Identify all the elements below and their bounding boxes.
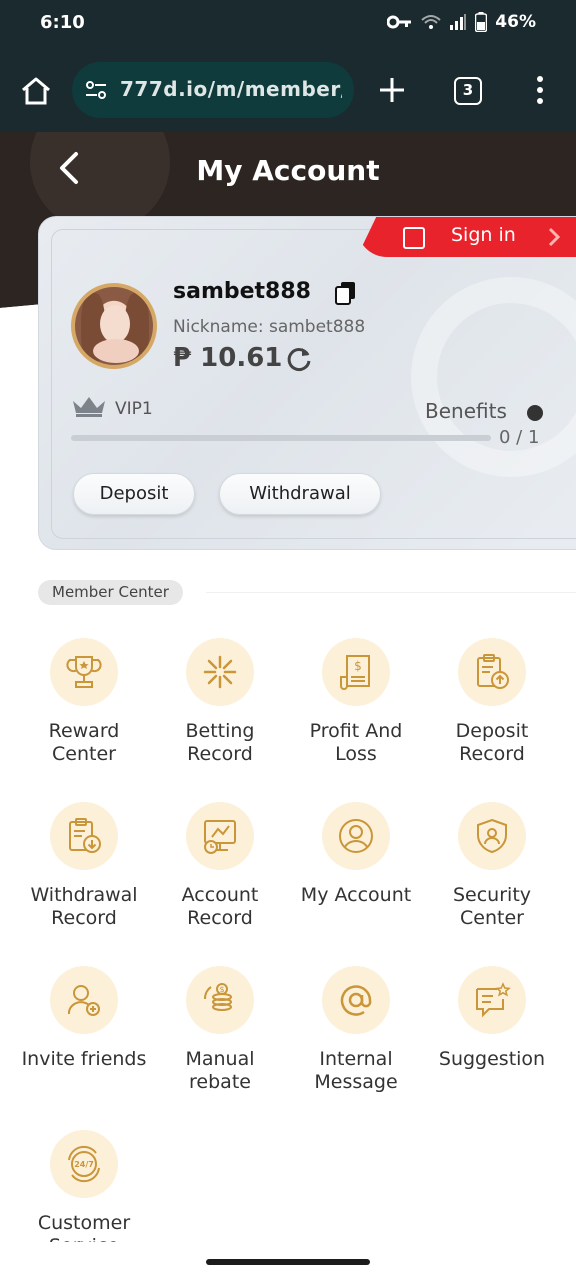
tune-icon[interactable] <box>84 78 108 102</box>
support-24-7-icon: 24/7 <box>68 1145 100 1183</box>
withdrawal-button[interactable]: Withdrawal <box>219 473 381 515</box>
menu-betting-record[interactable]: Betting Record <box>152 636 288 800</box>
menu-label: My Account <box>300 884 412 906</box>
arrow-right-circle-icon[interactable] <box>527 405 543 421</box>
more-vert-icon[interactable] <box>534 74 546 106</box>
url-text[interactable]: 777d.io/m/member/ho <box>120 77 342 101</box>
menu-label: Deposit Record <box>455 720 529 765</box>
monitor-clock-icon <box>204 820 236 854</box>
vip-progress-bar <box>71 435 491 441</box>
member-center-heading: Member Center <box>38 580 183 605</box>
coins-cycle-icon: $ <box>204 983 232 1011</box>
refresh-icon[interactable] <box>285 345 313 373</box>
user-add-icon <box>67 985 100 1016</box>
page-title: My Account <box>196 154 380 187</box>
url-bar[interactable]: 777d.io/m/member/ho <box>72 62 354 118</box>
chevron-right-icon <box>548 227 561 247</box>
battery-percent: 46% <box>495 12 536 32</box>
menu-withdrawal-record[interactable]: Withdrawal Record <box>16 800 152 964</box>
key-icon <box>387 15 412 29</box>
menu-label: Manual rebate <box>185 1048 255 1093</box>
menu-deposit-record[interactable]: Deposit Record <box>424 636 560 800</box>
trophy-icon <box>66 656 102 688</box>
at-sign-icon <box>340 985 372 1016</box>
tabs-icon[interactable]: 3 <box>454 77 482 105</box>
menu-profit-and-loss[interactable]: $ Profit And Loss <box>288 636 424 800</box>
benefits-link[interactable]: Benefits <box>425 399 507 423</box>
clipboard-up-icon <box>477 654 509 689</box>
crown-icon <box>73 397 105 417</box>
menu-label: Betting Record <box>185 720 255 765</box>
avatar[interactable] <box>71 283 157 369</box>
nickname: Nickname: sambet888 <box>173 317 366 337</box>
menu-manual-rebate[interactable]: $ Manual rebate <box>152 964 288 1128</box>
home-icon[interactable] <box>20 76 52 106</box>
menu-label: Profit And Loss <box>309 720 403 765</box>
browser-toolbar: 777d.io/m/member/ho 3 <box>0 48 576 132</box>
status-time: 6:10 <box>40 12 85 33</box>
svg-text:24/7: 24/7 <box>74 1160 94 1169</box>
menu-invite-friends[interactable]: Invite friends <box>16 964 152 1128</box>
menu-label: Account Record <box>181 884 259 929</box>
menu-label: Internal Message <box>314 1048 398 1093</box>
shield-user-icon <box>477 818 507 854</box>
copy-icon[interactable] <box>335 281 357 305</box>
menu-label: Withdrawal Record <box>30 884 138 929</box>
clipboard-down-icon <box>69 818 101 853</box>
username: sambet888 <box>173 279 311 304</box>
menu-reward-center[interactable]: Reward Center <box>16 636 152 800</box>
user-circle-icon <box>339 819 373 853</box>
account-card: Sign in sambet888 Nickname: sambet888 ₱ … <box>38 216 576 550</box>
deposit-button[interactable]: Deposit <box>73 473 195 515</box>
sign-in-label[interactable]: Sign in <box>451 224 516 246</box>
menu-account-record[interactable]: Account Record <box>152 800 288 964</box>
menu-internal-message[interactable]: Internal Message <box>288 964 424 1128</box>
menu-label: Reward Center <box>48 720 120 765</box>
menu-label: Suggestion <box>438 1048 546 1070</box>
gesture-nav-handle[interactable] <box>206 1259 370 1265</box>
svg-text:$: $ <box>354 659 362 673</box>
menu-label: Security Center <box>452 884 532 929</box>
menu-suggestion[interactable]: Suggestion <box>424 964 560 1128</box>
ledger-dollar-icon: $ <box>340 655 370 690</box>
plus-icon[interactable] <box>378 76 406 104</box>
wifi-icon <box>421 15 441 29</box>
menu-label: Invite friends <box>21 1048 147 1070</box>
balance: ₱ 10.61 <box>173 343 283 373</box>
battery-icon <box>475 12 488 32</box>
status-icons: 46% <box>387 12 536 32</box>
signal-icon <box>450 14 467 30</box>
menu-my-account[interactable]: My Account <box>288 800 424 964</box>
vip-progress-text: 0 / 1 <box>499 427 540 448</box>
vip-level: VIP1 <box>115 399 153 419</box>
svg-text:$: $ <box>219 985 224 994</box>
star-burst-icon <box>203 655 237 689</box>
menu-security-center[interactable]: Security Center <box>424 800 560 964</box>
status-bar: 6:10 46% <box>0 0 576 48</box>
checkbox-icon <box>403 227 425 249</box>
chat-star-icon <box>476 982 511 1018</box>
